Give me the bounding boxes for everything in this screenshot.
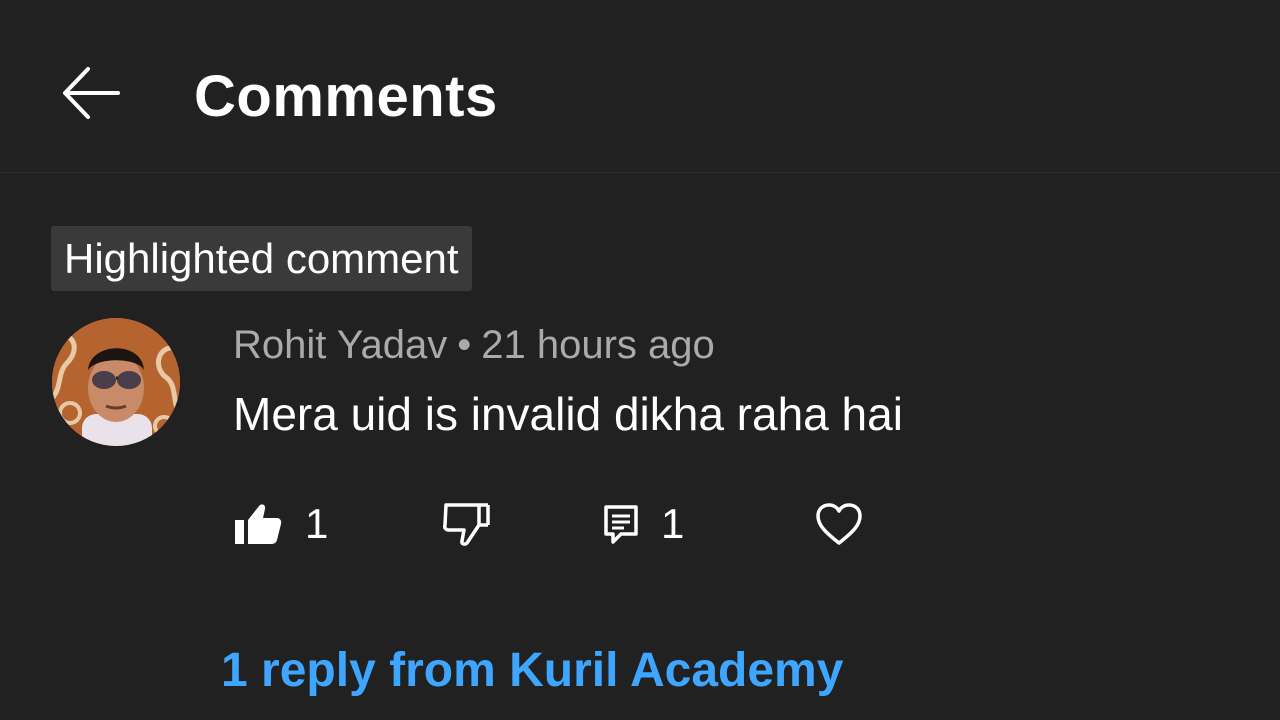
meta-separator: • (457, 323, 472, 367)
thumbs-down-outline-icon (443, 503, 490, 546)
avatar-image (52, 318, 180, 446)
like-count: 1 (305, 500, 329, 547)
comment-timestamp: 21 hours ago (481, 323, 715, 367)
highlighted-comment-badge: Highlighted comment (51, 226, 472, 291)
comment-actions: 1 1 (233, 492, 933, 556)
thumbs-up-filled-icon (235, 504, 282, 544)
view-replies-link[interactable]: 1 reply from Kuril Academy (221, 640, 843, 702)
comment-author[interactable]: Rohit Yadav (233, 323, 447, 367)
top-app-bar: Comments (0, 0, 1280, 173)
comment-meta: Rohit Yadav • 21 hours ago (233, 320, 715, 370)
arrow-left-icon (63, 67, 120, 119)
back-button[interactable] (58, 62, 124, 124)
heart-button[interactable] (815, 492, 863, 556)
dislike-button[interactable] (441, 492, 491, 556)
heart-outline-icon (816, 503, 862, 545)
like-button[interactable]: 1 (233, 492, 328, 556)
page-title: Comments (194, 64, 498, 129)
comment-icon (604, 505, 638, 544)
comment-text: Mera uid is invalid dikha raha hai (233, 388, 903, 440)
reply-count: 1 (661, 500, 685, 547)
avatar[interactable] (52, 318, 180, 446)
reply-button[interactable]: 1 (603, 492, 684, 556)
